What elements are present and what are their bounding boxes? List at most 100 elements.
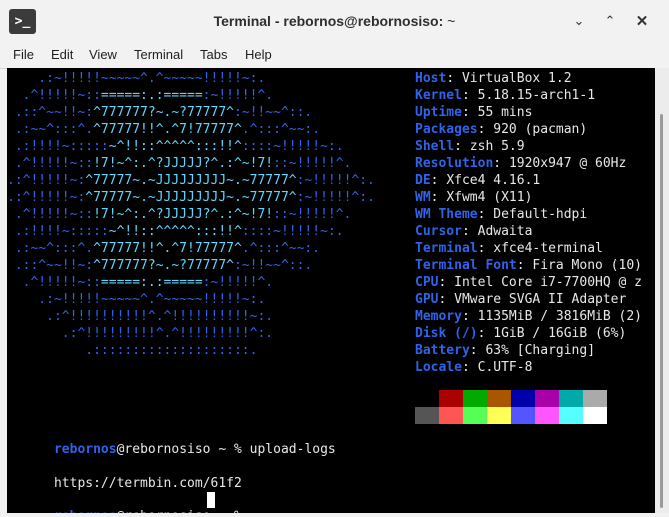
logo-line: .:!!!!~:::::~^!!::^^^^^:::!!^::::~!!!!!~… bbox=[7, 223, 344, 240]
info-value: xfce4-terminal bbox=[493, 241, 603, 256]
info-separator: : bbox=[438, 292, 455, 307]
logo-line: .^!!!!!~::!7!~^:.^?JJJJJ?^.:^~!7!::~!!!!… bbox=[7, 155, 352, 172]
info-key: Memory bbox=[415, 309, 462, 324]
logo-line: .^!!!!!~::=====:.:=====:~!!!!!^. bbox=[7, 87, 273, 104]
logo-line: .:^!!!!!!!!!!^.^!!!!!!!!!!~:. bbox=[7, 308, 273, 325]
info-row: Terminal Font: Fira Mono (10) bbox=[415, 257, 642, 274]
color-swatch bbox=[535, 407, 559, 424]
info-value: Intel Core i7-7700HQ @ z bbox=[454, 275, 642, 290]
info-key: Cursor bbox=[415, 224, 462, 239]
logo-segment: .^!!!!!~:: bbox=[7, 156, 94, 171]
logo-segment: .^!!!!!~:: bbox=[7, 275, 101, 290]
prompt-user: rebornos bbox=[53, 442, 117, 457]
info-separator: : bbox=[477, 326, 494, 341]
logo-segment: .::^~~!!~: bbox=[7, 105, 94, 120]
info-value: Default-hdpi bbox=[493, 207, 588, 222]
window-title-main: Terminal - rebornos@rebornosiso: bbox=[213, 13, 444, 29]
info-value: Fira Mono (10) bbox=[532, 258, 642, 273]
color-swatch bbox=[559, 390, 583, 407]
menu-tabs[interactable]: Tabs bbox=[200, 47, 227, 62]
scrollbar-thumb[interactable] bbox=[660, 114, 663, 508]
logo-segment: ^777777?~.~?77777^ bbox=[93, 258, 234, 273]
logo-line: .:^!!!!!~:^77777~.~JJJJJJJJJ~.~77777^:~!… bbox=[7, 172, 375, 189]
info-value: Xfce4 4.16.1 bbox=[446, 173, 541, 188]
info-key: Kernel bbox=[415, 88, 462, 103]
logo-segment: .:~!!!!!~~~~~^.^~~~~~!!!!!~:. bbox=[7, 71, 266, 86]
info-key: WM Theme bbox=[415, 207, 478, 222]
color-swatch bbox=[583, 390, 607, 407]
logo-segment: ~^!!::^^^^^:::!!^ bbox=[108, 139, 242, 154]
logo-line: .:^!!!!!!!!!^.^!!!!!!!!!^:. bbox=[7, 325, 273, 342]
color-swatch bbox=[415, 390, 439, 407]
logo-line: .:^!!!!!~:^77777~.~JJJJJJJJJ~.~77777^:~!… bbox=[7, 189, 375, 206]
info-separator: : bbox=[461, 88, 478, 103]
command-text: upload-logs bbox=[249, 442, 336, 457]
menu-bar: File Edit View Terminal Tabs Help bbox=[0, 42, 669, 69]
info-separator: : bbox=[461, 360, 478, 375]
logo-line: .:~~^:::^.^77777!!^.^7!77777^.^:::^~~:. bbox=[7, 240, 320, 257]
menu-terminal[interactable]: Terminal bbox=[134, 47, 183, 62]
logo-segment: ::~!!!!!^. bbox=[273, 207, 352, 222]
logo-segment: :~!!!!!^:. bbox=[296, 190, 375, 205]
logo-line: .:~~^:::^.^77777!!^.^7!77777^.^:::^~~:. bbox=[7, 121, 320, 138]
color-swatch bbox=[511, 390, 535, 407]
info-value: VMware SVGA II Adapter bbox=[454, 292, 627, 307]
menu-view[interactable]: View bbox=[89, 47, 117, 62]
maximize-button[interactable]: ⌃ bbox=[601, 12, 619, 30]
logo-line: .::^~~!!~:^777777?~.~?77777^:~!!~~^::. bbox=[7, 104, 312, 121]
logo-segment: .^!!!!!~:: bbox=[7, 88, 101, 103]
color-swatch bbox=[559, 407, 583, 424]
info-separator: : bbox=[516, 258, 533, 273]
close-button[interactable]: ✕ bbox=[633, 12, 651, 30]
color-swatch bbox=[487, 407, 511, 424]
minimize-button[interactable]: ⌄ bbox=[570, 12, 588, 30]
command-output: https://termbin.com/61f2 bbox=[7, 458, 242, 491]
info-value: 920 (pacman) bbox=[493, 122, 588, 137]
color-swatch bbox=[415, 407, 439, 424]
logo-line: .:~!!!!!~~~~~^.^~~~~~!!!!!~:. bbox=[7, 70, 265, 87]
window-title: Terminal - rebornos@rebornosiso: ~ bbox=[0, 13, 669, 29]
output-url: https://termbin.com/61f2 bbox=[53, 476, 242, 491]
info-row: Resolution: 1920x947 @ 60Hz bbox=[415, 155, 626, 172]
menu-file[interactable]: File bbox=[13, 47, 34, 62]
menu-edit[interactable]: Edit bbox=[51, 47, 73, 62]
info-key: DE bbox=[415, 173, 431, 188]
prompt-host: @rebornosiso ~ % bbox=[117, 509, 250, 513]
logo-segment: .:!!!!~::::: bbox=[7, 224, 109, 239]
info-separator: : bbox=[477, 122, 494, 137]
terminal-output[interactable]: .:~!!!!!~~~~~^.^~~~~~!!!!!~:. .^!!!!!~::… bbox=[7, 68, 655, 513]
logo-segment: .^!!!!!~:: bbox=[7, 207, 94, 222]
logo-segment: .::::::::::::::::::::. bbox=[7, 343, 258, 358]
info-separator: : bbox=[477, 207, 494, 222]
info-value: 1135MiB / 3816MiB (2) bbox=[477, 309, 642, 324]
color-swatch bbox=[463, 390, 487, 407]
scrollbar[interactable] bbox=[655, 68, 669, 513]
info-value: Xfwm4 (X11) bbox=[446, 190, 533, 205]
logo-line: .:!!!!~:::::~^!!::^^^^^:::!!^::::~!!!!!~… bbox=[7, 138, 344, 155]
info-separator: : bbox=[446, 71, 462, 86]
color-swatch bbox=[535, 390, 559, 407]
logo-segment: .^:::^~~:. bbox=[241, 122, 321, 137]
info-key: Host bbox=[415, 71, 447, 86]
info-value: zsh 5.9 bbox=[469, 139, 525, 154]
logo-segment: .:~~^:::^. bbox=[7, 241, 94, 256]
logo-segment: ::::~!!!!!~:. bbox=[241, 139, 344, 154]
info-separator: : bbox=[469, 343, 486, 358]
info-separator: : bbox=[430, 173, 447, 188]
logo-segment: :~!!!!!^. bbox=[202, 88, 274, 103]
logo-segment: ::~!!!!!^. bbox=[273, 156, 352, 171]
info-row: Uptime: 55 mins bbox=[415, 104, 532, 121]
info-separator: : bbox=[438, 275, 455, 290]
info-row: Disk (/): 1GiB / 16GiB (6%) bbox=[415, 325, 626, 342]
info-row: Locale: C.UTF-8 bbox=[415, 359, 532, 376]
info-row: WM: Xfwm4 (X11) bbox=[415, 189, 532, 206]
window-title-sub: ~ bbox=[447, 13, 456, 29]
info-separator: : bbox=[477, 241, 494, 256]
menu-help[interactable]: Help bbox=[245, 47, 272, 62]
title-bar[interactable]: >_ Terminal - rebornos@rebornosiso: ~ ⌄ … bbox=[0, 0, 669, 42]
logo-segment: .::^~~!!~: bbox=[7, 258, 94, 273]
logo-segment: !7!~^:.^?JJJJJ?^.:^~!7! bbox=[93, 207, 274, 222]
info-value: VirtualBox 1.2 bbox=[461, 71, 572, 86]
logo-segment: .^:::^~~:. bbox=[241, 241, 321, 256]
logo-segment: .:~~^:::^. bbox=[7, 122, 94, 137]
